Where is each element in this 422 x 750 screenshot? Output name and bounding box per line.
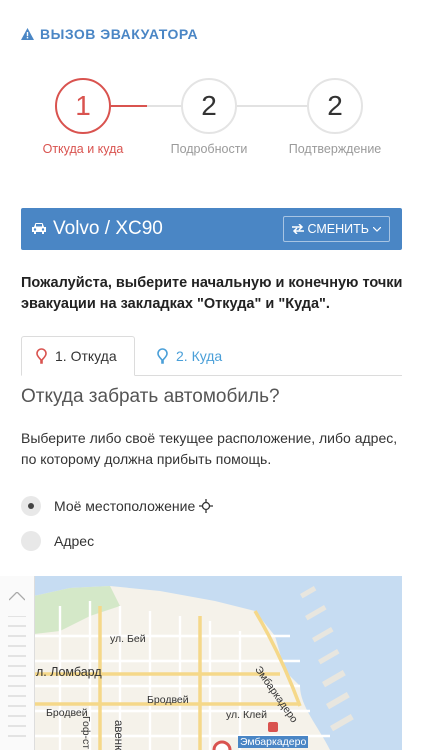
swap-icon [291, 224, 304, 234]
map-label: Бродвей [147, 694, 189, 706]
map-label: л. Ломбард [36, 665, 102, 679]
tab-to[interactable]: 2. Куда [157, 336, 222, 376]
step-2-circle[interactable]: 2 [181, 78, 237, 134]
map-label: авеню [112, 720, 124, 750]
map-label: Эмбаркадеро [238, 736, 309, 748]
section-description: Выберите либо своё текущее расположение,… [21, 430, 398, 467]
tab-from[interactable]: 1. Откуда [21, 336, 135, 376]
radio-selected-dot [28, 503, 34, 509]
map-label: Гоф-ст [80, 716, 92, 750]
change-car-label: СМЕНИТЬ [307, 222, 370, 236]
map-pin-icon [157, 348, 168, 364]
step-2-label: Подробности [170, 142, 248, 156]
step-3-circle[interactable]: 2 [307, 78, 363, 134]
car-name: Volvo / XC90 [53, 218, 163, 239]
instruction-text: Пожалуйста, выберите начальную и конечну… [21, 275, 403, 312]
chevron-down-icon [373, 226, 381, 232]
option-address-label: Адрес [54, 533, 95, 549]
step-1-circle[interactable]: 1 [55, 78, 111, 134]
change-car-button[interactable]: СМЕНИТЬ [282, 216, 390, 242]
option-my-location[interactable]: Моё местоположение [21, 496, 214, 516]
page-title: ВЫЗОВ ЭВАКУАТОРА [40, 26, 199, 42]
map-label: ул. Бей [110, 633, 146, 645]
page-header: ВЫЗОВ ЭВАКУАТОРА [21, 26, 198, 42]
car-icon [31, 221, 47, 240]
tab-from-label: 1. Откуда [55, 348, 117, 364]
location-tabs: 1. Откуда 2. Куда [21, 336, 402, 376]
map-label: ул. Клей [226, 709, 267, 721]
crosshair-icon [199, 499, 214, 513]
chevron-up-icon[interactable] [8, 588, 26, 606]
map-view[interactable]: ул. Бей л. Ломбард Бродвей Бродвей ул. К… [0, 576, 402, 750]
radio-button[interactable] [21, 531, 41, 551]
map-pin-icon [36, 348, 47, 364]
step-connector [237, 105, 307, 107]
stepper: 1 2 2 Откуда и куда Подробности Подтверж… [0, 78, 422, 168]
selected-car-bar: Volvo / XC90 СМЕНИТЬ [21, 208, 402, 250]
tab-to-label: 2. Куда [176, 348, 223, 364]
step-connector [147, 105, 181, 107]
zoom-scale [8, 616, 26, 737]
option-my-location-label: Моё местоположение [54, 498, 196, 514]
step-connector [111, 105, 147, 107]
map-graphic [34, 576, 402, 750]
warning-icon [21, 28, 34, 40]
section-question: Откуда забрать автомобиль? [21, 386, 280, 407]
map-zoom-control[interactable] [0, 576, 35, 750]
radio-button[interactable] [21, 496, 41, 516]
step-3-label: Подтверждение [288, 142, 382, 156]
step-1-label: Откуда и куда [42, 142, 124, 156]
option-address[interactable]: Адрес [21, 531, 94, 551]
